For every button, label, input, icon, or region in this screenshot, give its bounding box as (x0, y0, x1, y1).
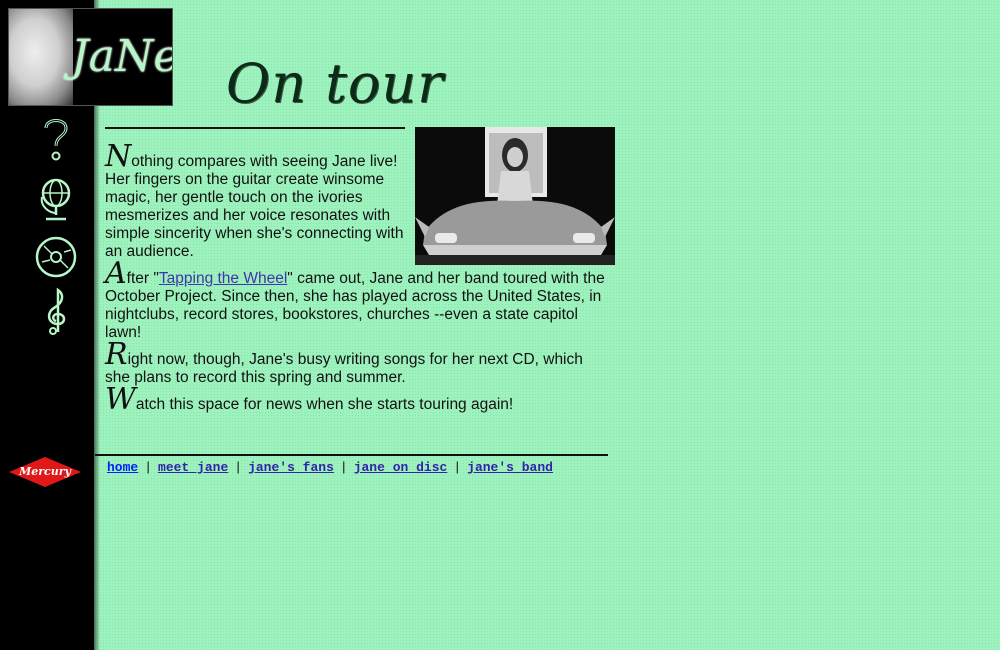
drop-cap: N (105, 139, 132, 174)
nav-jane-on-disc-link[interactable]: jane on disc (354, 460, 448, 475)
nav-home-link[interactable]: home (107, 460, 138, 475)
nav-separator: | (234, 460, 243, 475)
paragraph-current: Right now, though, Jane's busy writing s… (105, 340, 610, 387)
paragraph-watch: Watch this space for news when she start… (105, 385, 610, 415)
paragraph-text: othing compares with seeing Jane live! H… (105, 153, 404, 260)
paragraph-text: atch this space for news when she starts… (135, 396, 514, 413)
mercury-logo-text: Mercury (18, 465, 72, 478)
drop-cap: W (105, 382, 136, 417)
globe-icon[interactable] (34, 173, 78, 223)
nav-meet-jane-link[interactable]: meet jane (158, 460, 228, 475)
nav-separator: | (453, 460, 462, 475)
jane-logo[interactable]: JaNe (8, 8, 173, 106)
tour-content: Nothing compares with seeing Jane live! … (105, 142, 610, 418)
nav-separator: | (144, 460, 153, 475)
logo-wordmark: JaNe (71, 31, 173, 82)
nav-janes-band-link[interactable]: jane's band (467, 460, 553, 475)
paragraph-intro: Nothing compares with seeing Jane live! … (105, 142, 405, 261)
cd-disc-icon[interactable] (34, 232, 78, 282)
nav-separator: | (339, 460, 348, 475)
treble-clef-icon[interactable] (34, 286, 78, 336)
drop-cap: A (105, 256, 127, 291)
bottom-divider (95, 454, 608, 456)
jane-face-photo (9, 9, 73, 105)
drop-cap: R (105, 337, 128, 372)
footer-nav: home | meet jane | jane's fans | jane on disc |… (107, 460, 553, 475)
nav-janes-fans-link[interactable]: jane's fans (248, 460, 334, 475)
top-divider (105, 127, 405, 129)
mercury-records-logo[interactable]: Mercury (8, 456, 82, 488)
tapping-the-wheel-link[interactable]: Tapping the Wheel (159, 270, 287, 287)
page-title: On tour (226, 52, 445, 115)
paragraph-text: ight now, though, Jane's busy writing so… (105, 351, 583, 386)
paragraph-tour-history: After "Tapping the Wheel" came out, Jane… (105, 259, 610, 342)
question-mark-icon[interactable] (34, 114, 78, 164)
paragraph-text: fter " (126, 270, 159, 287)
